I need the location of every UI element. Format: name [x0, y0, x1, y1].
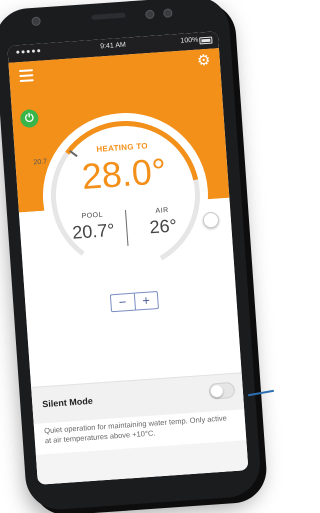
pool-value: 20.7°: [71, 219, 116, 243]
toggle-knob: [210, 384, 224, 398]
air-value: 26°: [148, 215, 178, 238]
stage: ●●●●● 9:41 AM 100% ⚙ ⏻ 20.7 HEATING TO 2…: [0, 0, 274, 513]
battery-icon: [199, 36, 213, 45]
speaker-grille: [91, 12, 126, 20]
decrease-button[interactable]: −: [111, 294, 135, 312]
sensor-dot: [31, 16, 41, 27]
temperature-stepper: − +: [109, 290, 159, 313]
silent-mode-label: Silent Mode: [41, 395, 94, 410]
battery-percent: 100%: [180, 36, 199, 45]
hamburger-icon[interactable]: [18, 69, 34, 83]
increase-button[interactable]: +: [134, 292, 158, 310]
pool-reading: POOL 20.7°: [62, 210, 124, 244]
phone-frame: ●●●●● 9:41 AM 100% ⚙ ⏻ 20.7 HEATING TO 2…: [0, 0, 263, 512]
front-camera: [145, 9, 155, 20]
gear-icon[interactable]: ⚙: [195, 52, 212, 70]
silent-mode-toggle[interactable]: [208, 381, 236, 400]
app-screen: ●●●●● 9:41 AM 100% ⚙ ⏻ 20.7 HEATING TO 2…: [7, 31, 249, 485]
air-reading: AIR 26°: [132, 205, 194, 239]
front-camera-secondary: [163, 8, 173, 18]
temperature-dial[interactable]: 20.7 HEATING TO 28.0° POOL 20.7° AIR 26°: [33, 107, 220, 284]
power-icon[interactable]: ⏻: [19, 108, 39, 129]
